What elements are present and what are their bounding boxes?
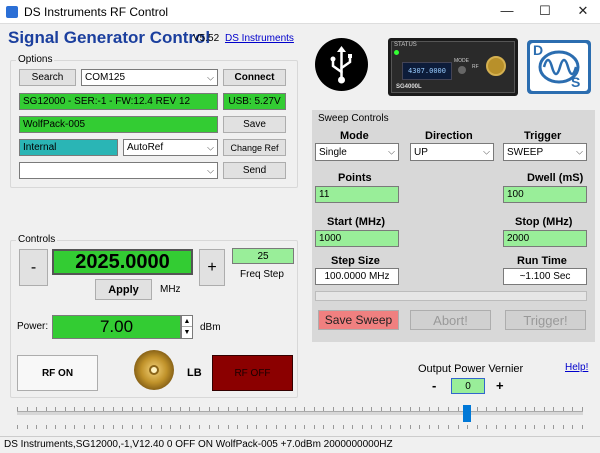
page-title: Signal Generator Control xyxy=(8,28,211,47)
frequency-input[interactable]: 2025.0000 xyxy=(52,249,193,275)
freq-step-label: Freq Step xyxy=(240,269,284,280)
device-model-label: SG4000L xyxy=(396,84,422,90)
direction-select[interactable]: UP ⌵ xyxy=(410,143,494,161)
vernier-slider-thumb[interactable] xyxy=(463,405,471,422)
stop-input[interactable]: 2000 xyxy=(503,230,587,247)
usb-icon xyxy=(315,38,368,91)
chevron-down-icon: ⌵ xyxy=(483,146,490,157)
rf-on-button[interactable]: RF ON xyxy=(17,355,98,391)
vernier-decrease-button[interactable]: - xyxy=(432,378,436,393)
minimize-button[interactable]: — xyxy=(494,3,520,18)
run-time-label: Run Time xyxy=(517,255,567,267)
power-spinner[interactable]: ▲ ▼ xyxy=(181,315,193,339)
spin-down-icon[interactable]: ▼ xyxy=(182,327,192,338)
run-time-field: ~1.100 Sec xyxy=(503,268,587,285)
direction-label: Direction xyxy=(425,130,473,142)
dwell-label: Dwell (mS) xyxy=(527,172,584,184)
sweep-progress-bar xyxy=(315,291,587,301)
chevron-down-icon: ⌵ xyxy=(207,165,214,175)
mode-select[interactable]: Single ⌵ xyxy=(315,143,399,161)
start-label: Start (MHz) xyxy=(327,216,386,228)
freq-step-input[interactable]: 25 xyxy=(232,248,294,264)
ds-instruments-link[interactable]: DS Instruments xyxy=(225,33,294,44)
mode-label: Mode xyxy=(340,130,369,142)
unit-mhz-label: MHz xyxy=(160,284,181,295)
power-unit-label: dBm xyxy=(200,322,221,333)
command-select[interactable]: ⌵ xyxy=(19,162,218,179)
device-rf-label: RF xyxy=(472,64,479,70)
trigger-label: Trigger xyxy=(524,130,562,142)
ref-source-field: Internal xyxy=(19,139,118,156)
chevron-down-icon: ⌵ xyxy=(207,142,214,152)
dwell-input[interactable]: 100 xyxy=(503,186,587,203)
direction-value: UP xyxy=(414,146,428,158)
usb-voltage-field: USB: 5.27V xyxy=(223,93,286,110)
frequency-decrease-button[interactable]: - xyxy=(19,249,48,286)
device-display: 4307.0000 xyxy=(402,62,452,80)
trigger-select[interactable]: SWEEP ⌵ xyxy=(503,143,587,161)
mode-value: Single xyxy=(319,146,347,158)
vernier-value[interactable]: 0 xyxy=(451,378,485,394)
chevron-down-icon: ⌵ xyxy=(388,146,395,157)
stop-label: Stop (MHz) xyxy=(515,216,573,228)
title-bar: DS Instruments RF Control — ☐ ✕ xyxy=(0,0,600,24)
device-sma-connector xyxy=(486,56,506,76)
sweep-controls-label: Sweep Controls xyxy=(318,113,389,124)
points-input[interactable]: 11 xyxy=(315,186,399,203)
power-label: Power: xyxy=(17,321,49,332)
vernier-increase-button[interactable]: + xyxy=(496,378,504,393)
save-button[interactable]: Save xyxy=(223,116,286,133)
start-input[interactable]: 1000 xyxy=(315,230,399,247)
step-size-label: Step Size xyxy=(331,255,380,267)
slider-ticks-top xyxy=(17,402,583,411)
chevron-down-icon: ⌵ xyxy=(207,72,214,82)
save-sweep-button[interactable]: Save Sweep xyxy=(318,310,399,330)
vernier-slider-track[interactable] xyxy=(17,411,583,415)
device-knob xyxy=(458,66,466,74)
connect-button[interactable]: Connect xyxy=(223,69,286,86)
slider-ticks-bottom xyxy=(17,420,583,429)
waveform-icon xyxy=(538,50,580,84)
device-mode-label: MODE xyxy=(454,58,469,64)
ref-mode-select[interactable]: AutoRef ⌵ xyxy=(123,139,218,156)
abort-button[interactable]: Abort! xyxy=(410,310,491,330)
frequency-increase-button[interactable]: + xyxy=(199,249,225,286)
window-title: DS Instruments RF Control xyxy=(24,5,169,19)
device-name-input[interactable]: WolfPack-005 xyxy=(19,116,218,133)
trigger-button[interactable]: Trigger! xyxy=(505,310,586,330)
vernier-label: Output Power Vernier xyxy=(418,363,524,375)
spin-up-icon[interactable]: ▲ xyxy=(182,316,192,327)
rf-off-button[interactable]: RF OFF xyxy=(212,355,293,391)
status-led xyxy=(394,50,399,55)
app-icon xyxy=(6,6,18,18)
apply-button[interactable]: Apply xyxy=(95,279,152,300)
version-label: V5.52 xyxy=(193,33,220,44)
search-button[interactable]: Search xyxy=(19,69,76,86)
device-status-label: STATUS xyxy=(394,42,417,48)
device-image: STATUS 4307.0000 MODE RF SG4000L xyxy=(388,38,518,96)
controls-label: Controls xyxy=(16,234,58,245)
trigger-value: SWEEP xyxy=(507,146,544,158)
ref-mode-value: AutoRef xyxy=(127,142,164,153)
status-bar: DS Instruments,SG12000,-1,V12.40 0 OFF O… xyxy=(0,436,600,453)
change-ref-button[interactable]: Change Ref xyxy=(223,139,286,156)
send-button[interactable]: Send xyxy=(223,162,286,179)
power-input[interactable]: 7.00 xyxy=(52,315,181,339)
chevron-down-icon: ⌵ xyxy=(576,146,583,157)
step-size-field: 100.0000 MHz xyxy=(315,268,399,285)
points-label: Points xyxy=(338,172,372,184)
options-label: Options xyxy=(16,54,55,65)
lb-label: LB xyxy=(187,367,202,379)
close-button[interactable]: ✕ xyxy=(570,3,596,19)
device-info-field: SG12000 - SER:-1 - FW:12.4 REV 12 xyxy=(19,93,218,110)
rf-connector-icon xyxy=(134,350,174,390)
port-value: COM125 xyxy=(85,72,126,83)
port-select[interactable]: COM125 ⌵ xyxy=(81,69,218,86)
ds-logo: D S xyxy=(527,40,591,94)
help-link[interactable]: Help! xyxy=(565,362,588,373)
maximize-button[interactable]: ☐ xyxy=(532,3,558,19)
